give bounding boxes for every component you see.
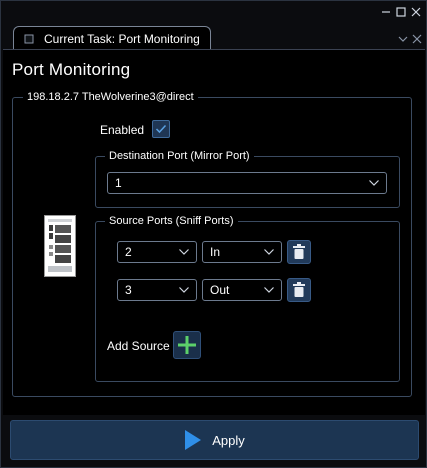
tab-current-task[interactable]: Current Task: Port Monitoring	[13, 26, 211, 50]
chevron-down-icon	[263, 248, 275, 256]
source-direction-select[interactable]: In	[202, 241, 282, 263]
minimize-icon[interactable]	[380, 6, 392, 18]
source-direction-value: In	[210, 245, 221, 259]
chevron-down-icon	[263, 286, 275, 294]
source-direction-select[interactable]: Out	[202, 279, 282, 301]
checkmark-icon	[155, 124, 167, 134]
add-source-button[interactable]	[173, 331, 201, 359]
tab-label: Current Task: Port Monitoring	[44, 31, 200, 46]
maximize-icon[interactable]	[395, 6, 407, 18]
apply-button[interactable]: Apply	[10, 420, 419, 460]
source-port-value: 3	[125, 283, 132, 297]
chevron-down-icon	[368, 179, 380, 187]
app-window: Current Task: Port Monitoring Port Monit…	[0, 0, 427, 468]
delete-source-button[interactable]	[287, 278, 311, 302]
document-icon	[24, 33, 36, 45]
device-image	[44, 215, 76, 277]
source-direction-value: Out	[210, 283, 230, 297]
destination-port-select[interactable]: 1	[107, 172, 387, 194]
tab-close-icon[interactable]	[411, 32, 423, 44]
source-port-value: 2	[125, 245, 132, 259]
play-icon	[185, 430, 202, 450]
device-group-legend: 198.18.2.7 TheWolverine3@direct	[23, 89, 198, 105]
source-port-select[interactable]: 2	[117, 241, 197, 263]
destination-port-legend: Destination Port (Mirror Port)	[105, 148, 254, 164]
source-ports-legend: Source Ports (Sniff Ports)	[105, 213, 238, 229]
enabled-label: Enabled	[100, 123, 145, 137]
chevron-down-icon	[178, 248, 190, 256]
plus-icon	[178, 336, 196, 354]
destination-port-value: 1	[115, 176, 122, 190]
close-icon[interactable]	[410, 6, 422, 18]
chevron-down-icon[interactable]	[397, 32, 409, 44]
apply-label: Apply	[212, 432, 245, 448]
delete-source-button[interactable]	[287, 240, 311, 264]
chevron-down-icon	[178, 286, 190, 294]
enabled-checkbox[interactable]	[152, 120, 170, 138]
trash-icon	[293, 282, 305, 297]
source-port-select[interactable]: 3	[117, 279, 197, 301]
add-source-label: Add Source	[107, 339, 170, 353]
trash-icon	[293, 244, 305, 259]
page-title: Port Monitoring	[12, 60, 131, 79]
